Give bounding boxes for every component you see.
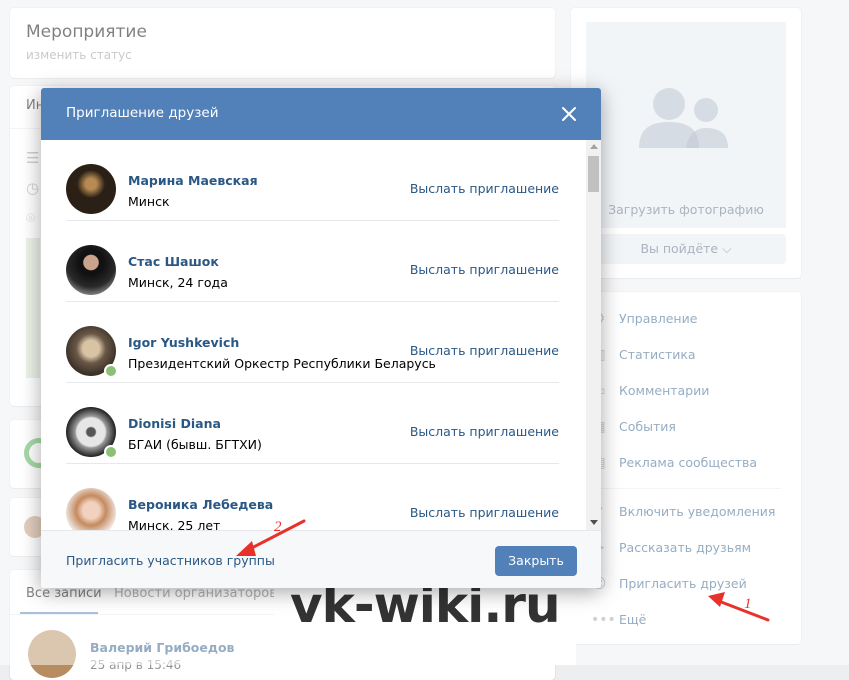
annotation-number-1: 1: [744, 596, 752, 612]
annotation-layer: 2 1: [236, 519, 770, 622]
annotation-number-2: 2: [274, 519, 282, 535]
arrow-2-icon: [236, 519, 306, 556]
arrow-1-icon: [708, 592, 770, 622]
